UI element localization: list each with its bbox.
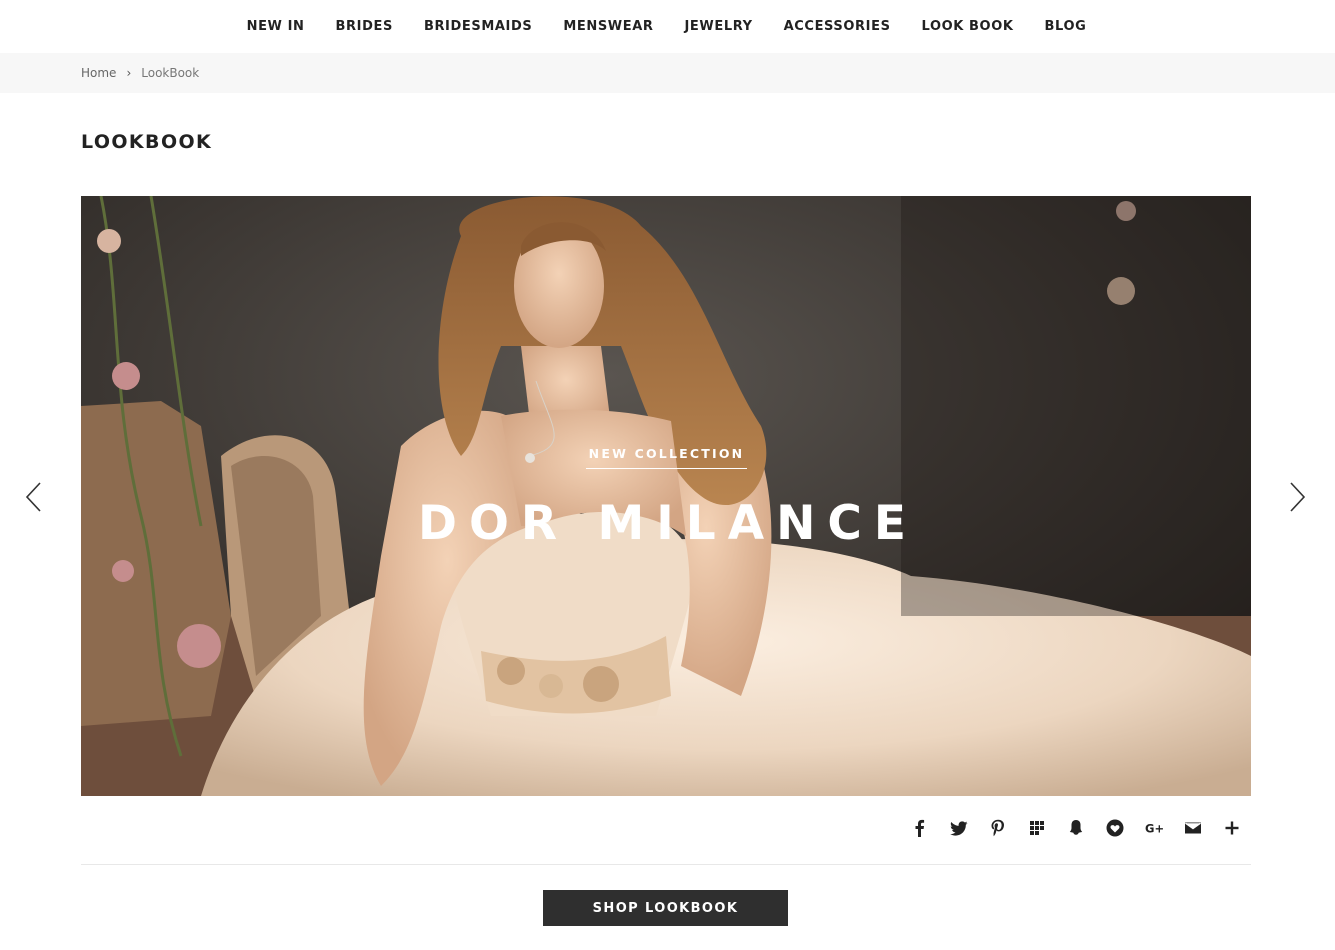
twitter-share-button[interactable] bbox=[939, 816, 978, 840]
divider bbox=[81, 864, 1251, 865]
heart-share-button[interactable] bbox=[1095, 816, 1134, 840]
email-share-button[interactable] bbox=[1173, 816, 1212, 840]
snapchat-icon bbox=[1069, 820, 1082, 835]
breadcrumb-home-link[interactable]: Home bbox=[81, 66, 116, 80]
email-icon bbox=[1184, 822, 1201, 834]
facebook-icon bbox=[915, 819, 924, 837]
nav-list: NEW IN BRIDES BRIDESMAIDS MENSWEAR JEWEL… bbox=[231, 19, 1102, 34]
carousel-prev-button[interactable] bbox=[23, 480, 47, 514]
breadcrumb-separator-icon: › bbox=[126, 66, 132, 80]
breadcrumb-current: LookBook bbox=[141, 66, 200, 80]
more-share-button[interactable] bbox=[1212, 816, 1251, 840]
chevron-left-icon bbox=[25, 482, 41, 512]
breadcrumb-bar: Home › LookBook bbox=[0, 53, 1335, 93]
nav-item-look-book[interactable]: LOOK BOOK bbox=[922, 19, 1014, 34]
google-plus-share-button[interactable]: G+ bbox=[1134, 816, 1173, 840]
nav-item-bridesmaids[interactable]: BRIDESMAIDS bbox=[424, 19, 532, 34]
google-plus-icon: G+ bbox=[1145, 822, 1163, 836]
plus-icon bbox=[1225, 821, 1238, 835]
hero-title: DOR MILANCE bbox=[417, 496, 919, 551]
nav-item-brides[interactable]: BRIDES bbox=[336, 19, 393, 34]
carousel-next-button[interactable] bbox=[1286, 480, 1310, 514]
main-navigation: NEW IN BRIDES BRIDESMAIDS MENSWEAR JEWEL… bbox=[0, 0, 1335, 53]
breadcrumb: Home › LookBook bbox=[81, 66, 199, 80]
twitter-icon bbox=[949, 821, 967, 836]
snapchat-share-button[interactable] bbox=[1056, 816, 1095, 840]
delicious-share-button[interactable] bbox=[1017, 816, 1056, 840]
pinterest-share-button[interactable] bbox=[978, 816, 1017, 840]
shop-lookbook-button[interactable]: SHOP LOOKBOOK bbox=[543, 890, 788, 926]
nav-item-blog[interactable]: BLOG bbox=[1045, 19, 1087, 34]
share-bar: G+ bbox=[900, 816, 1251, 840]
nav-item-menswear[interactable]: MENSWEAR bbox=[563, 19, 653, 34]
nav-item-accessories[interactable]: ACCESSORIES bbox=[784, 19, 891, 34]
pinterest-icon bbox=[991, 819, 1004, 837]
chevron-right-icon bbox=[1290, 482, 1306, 512]
delicious-icon bbox=[1029, 821, 1044, 835]
google-plus-text: G+ bbox=[1145, 822, 1163, 836]
facebook-share-button[interactable] bbox=[900, 816, 939, 840]
page-title: LOOKBOOK bbox=[81, 131, 213, 153]
nav-item-new-in[interactable]: NEW IN bbox=[247, 19, 305, 34]
heart-icon bbox=[1106, 819, 1123, 837]
hero-eyebrow: NEW COLLECTION bbox=[586, 446, 747, 469]
hero-banner[interactable]: NEW COLLECTION DOR MILANCE bbox=[81, 196, 1251, 796]
nav-item-jewelry[interactable]: JEWELRY bbox=[684, 19, 752, 34]
